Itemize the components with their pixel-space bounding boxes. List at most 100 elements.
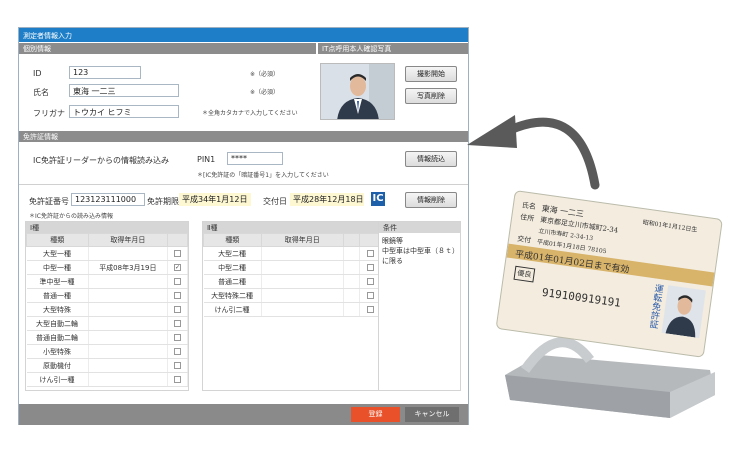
curved-arrow-icon (467, 115, 600, 190)
checkbox[interactable] (174, 362, 182, 369)
table-row[interactable]: 普通二種 (203, 274, 381, 289)
cell-check (167, 302, 188, 317)
footer-bar: 登録 キャンセル (19, 404, 468, 425)
issue-date-field[interactable]: 平成28年12月18日 (290, 193, 364, 206)
kana-field[interactable]: トウカイ ヒフミ (69, 105, 179, 118)
conditions-title: 条件 (379, 222, 460, 233)
divider (19, 184, 468, 185)
license-info-header: 免許証情報 (19, 131, 468, 142)
conditions-panel: 条件 眼鏡等 中型車は中型車（８ｔ）に限る (378, 221, 461, 391)
id-field[interactable]: 123 (69, 66, 141, 79)
ic-read-note: ＊IC免許証からの読み込み情報 (29, 213, 113, 220)
cancel-button[interactable]: キャンセル (405, 407, 459, 422)
cell-type: 中型二種 (203, 260, 262, 275)
start-capture-button[interactable]: 撮影開始 (405, 66, 457, 82)
class1-table: 種類 取得年月日 大型一種 中型一種 平成08年3月19日 ✓ 準中型一種 普通一種… (26, 233, 188, 387)
license-number-field[interactable]: 123123111000 (71, 193, 145, 206)
delete-photo-button[interactable]: 写真削除 (405, 88, 457, 104)
table-row[interactable]: 大型自動二輪 (26, 316, 188, 331)
class1-col-date: 取得年月日 (87, 233, 169, 247)
checkbox[interactable] (366, 278, 374, 285)
cell-type: 大型二種 (203, 246, 262, 261)
cell-type: けん引一種 (26, 372, 89, 387)
cell-date (261, 274, 344, 289)
checkbox[interactable] (174, 376, 182, 383)
cell-date (261, 260, 344, 275)
class1-col-type: 種類 (26, 233, 89, 247)
cell-type: 普通一種 (26, 288, 89, 303)
cell-date: 平成08年3月19日 (88, 260, 169, 275)
class2-title: Ⅱ種 (203, 222, 381, 233)
class2-col-blank (342, 233, 361, 247)
name-required-note: ※（必須） (250, 89, 280, 96)
cell-type: 大型特殊二種 (203, 288, 262, 303)
name-field[interactable]: 東海 一二三 (69, 84, 179, 97)
table-row[interactable]: 大型一種 (26, 246, 188, 261)
id-photo (320, 63, 395, 120)
card-seal: 優良 (513, 265, 536, 283)
cell-date (88, 358, 169, 373)
checkbox[interactable] (366, 250, 374, 257)
cell-type: 普通自動二輪 (26, 330, 89, 345)
checkbox[interactable] (366, 306, 374, 313)
cell-type: 小型特殊 (26, 344, 89, 359)
cell-type: 大型自動二輪 (26, 316, 89, 331)
checkbox[interactable] (174, 278, 182, 285)
register-button[interactable]: 登録 (351, 407, 400, 422)
expiry-field[interactable]: 平成34年1月12日 (179, 193, 251, 206)
class1-title: Ⅰ種 (26, 222, 188, 233)
cell-check (167, 344, 188, 359)
table-row[interactable]: 普通自動二輪 (26, 330, 188, 345)
table-row[interactable]: 大型特殊 (26, 302, 188, 317)
license-number-label: 免許証番号 (29, 197, 69, 206)
cell-check (167, 358, 188, 373)
table-row[interactable]: 中型一種 平成08年3月19日 ✓ (26, 260, 188, 275)
class1-col-check (167, 233, 188, 247)
card-name-label: 氏名 (521, 201, 537, 212)
checkbox[interactable] (174, 348, 182, 355)
checkbox[interactable] (174, 250, 182, 257)
pin-field[interactable]: **** (227, 152, 283, 165)
cell-check (167, 316, 188, 331)
cell-check (167, 246, 188, 261)
table-row[interactable]: けん引二種 (203, 302, 381, 317)
cell-blank (343, 246, 361, 261)
table-row[interactable]: けん引一種 (26, 372, 188, 387)
cell-check (167, 330, 188, 345)
photo-header: IT点呼用本人確認写真 (318, 43, 468, 54)
cell-date (261, 246, 344, 261)
checkbox[interactable] (174, 306, 182, 313)
id-required-note: ※（必須） (250, 71, 280, 78)
cell-date (261, 302, 344, 317)
cell-type: 原動機付 (26, 358, 89, 373)
table-row[interactable]: 準中型一種 (26, 274, 188, 289)
table-row[interactable]: 原動機付 (26, 358, 188, 373)
checkbox[interactable] (174, 292, 182, 299)
table-row[interactable]: 普通一種 (26, 288, 188, 303)
kana-label: フリガナ (33, 109, 65, 118)
personal-info-header: 個別情報 (19, 43, 316, 54)
cell-type: 普通二種 (203, 274, 262, 289)
cell-type: 大型一種 (26, 246, 89, 261)
checkbox[interactable] (366, 292, 374, 299)
cell-date (88, 316, 169, 331)
person-photo-icon (665, 295, 696, 338)
cell-check (167, 372, 188, 387)
cell-blank (343, 288, 361, 303)
checkbox[interactable]: ✓ (174, 264, 182, 271)
person-photo-icon (321, 64, 394, 119)
cell-date (88, 274, 169, 289)
checkbox[interactable] (366, 264, 374, 271)
checkbox[interactable] (174, 334, 182, 341)
read-info-button[interactable]: 情報読込 (405, 151, 457, 167)
table-row[interactable]: 大型特殊二種 (203, 288, 381, 303)
cell-date (88, 372, 169, 387)
delete-info-button[interactable]: 情報削除 (405, 192, 457, 208)
table-row[interactable]: 大型二種 (203, 246, 381, 261)
cell-check: ✓ (167, 260, 188, 275)
table-row[interactable]: 中型二種 (203, 260, 381, 275)
checkbox[interactable] (174, 320, 182, 327)
table-row[interactable]: 小型特殊 (26, 344, 188, 359)
license-card-image: 氏名 東海 一二三 昭和01年1月12日生 住所 東京都足立川市城町2-34 立… (495, 190, 723, 358)
pin-label: PIN1 (197, 155, 216, 164)
